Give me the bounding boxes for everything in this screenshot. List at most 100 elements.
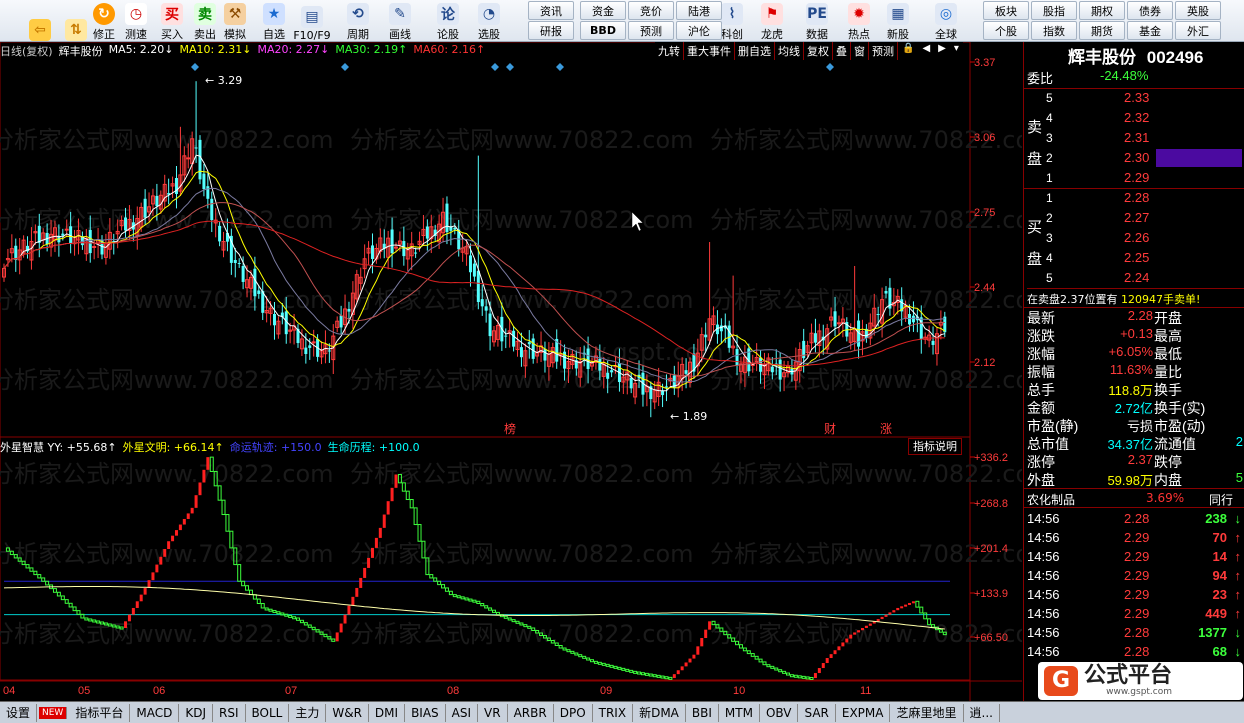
toolbar-label-5: 卖出 [194, 28, 216, 41]
toolbar-right-bottom-4[interactable]: 外汇 [1175, 21, 1221, 40]
toolbar-button-8[interactable]: ▤ F10/F9 [292, 0, 332, 42]
chart-area[interactable]: 分析家公式网www.70822.com 分析家公式网www.70822.com 分析… [0, 42, 1022, 701]
event-diamond-icon[interactable] [491, 63, 499, 71]
bottom-tab-18[interactable]: MTM [719, 703, 760, 722]
bottom-tab-17[interactable]: BBI [686, 703, 719, 722]
toolbar-button-15[interactable]: PE 数据 [797, 0, 837, 42]
chart-tool-6[interactable]: 窗 [851, 42, 869, 60]
arrow-down-icon: ↓ [1234, 625, 1242, 640]
bottom-tab-23[interactable]: 逍... [964, 703, 1000, 722]
toolbar-button-16[interactable]: ✹ 热点 [839, 0, 879, 42]
buy-row-2[interactable]: 3 2.26 [1024, 229, 1244, 247]
indicator-bar [417, 524, 422, 542]
toolbar-right-bottom-0[interactable]: 个股 [983, 21, 1029, 40]
toolbar-button-9[interactable]: ⟲ 周期 [338, 0, 378, 42]
kline-chart[interactable]: 分析家公式网www.70822.com 分析家公式网www.70822.com 分析… [0, 42, 1022, 701]
event-diamond-icon[interactable] [506, 63, 514, 71]
bottom-tab-1[interactable]: NEW [39, 706, 68, 719]
sell-row-4[interactable]: 1 2.29 [1024, 169, 1244, 187]
indicator-help-button[interactable]: 指标说明 [908, 438, 962, 455]
buy-row-3[interactable]: 4 2.25 [1024, 249, 1244, 267]
toolbar-button-14[interactable]: ⚑ 龙虎 [752, 0, 792, 42]
bottom-tab-11[interactable]: ASI [446, 703, 479, 722]
next-icon[interactable]: ▶ [934, 42, 950, 60]
toolbar-button-18[interactable]: ◎ 全球 [926, 0, 966, 42]
chart-tool-0[interactable]: 九转 [655, 42, 684, 60]
bottom-tab-3[interactable]: MACD [130, 703, 180, 722]
toolbar-right-bottom-2[interactable]: 期货 [1079, 21, 1125, 40]
sell-row-2[interactable]: 3 2.31 [1024, 129, 1244, 147]
event-diamond-icon[interactable] [556, 63, 564, 71]
toolbar-right-top-4[interactable]: 英股 [1175, 1, 1221, 20]
bottom-tab-6[interactable]: BOLL [246, 703, 290, 722]
sell-row-0[interactable]: 5 2.33 [1024, 89, 1244, 107]
toolbar-button-6[interactable]: ⚒ 模拟 [215, 0, 255, 42]
toolbar-small-top-1[interactable]: 资金 [580, 1, 626, 20]
buy-row-1[interactable]: 2 2.27 [1024, 209, 1244, 227]
bottom-tab-0[interactable]: 设置 [0, 703, 38, 722]
toolbar-small-bottom-3[interactable]: 沪伦 [676, 21, 722, 40]
bottom-tab-7[interactable]: 主力 [289, 703, 327, 722]
toolbar-button-12[interactable]: ◔ 选股 [469, 0, 509, 42]
toolbar-right-top-0[interactable]: 板块 [983, 1, 1029, 20]
bottom-tab-10[interactable]: BIAS [405, 703, 446, 722]
toolbar-button-3[interactable]: ◷ 测速 [116, 0, 156, 42]
event-marker[interactable]: 财 [824, 422, 836, 436]
event-marker[interactable]: 涨 [880, 421, 892, 436]
bottom-tab-19[interactable]: OBV [760, 703, 799, 722]
toolbar-small-bottom-2[interactable]: 预测 [628, 21, 674, 40]
toolbar-button-7[interactable]: ★ 自选 [254, 0, 294, 42]
period-label[interactable]: 日线(复权) [0, 43, 53, 59]
toolbar-button-10[interactable]: ✎ 画线 [380, 0, 420, 42]
chart-tool-4[interactable]: 复权 [804, 42, 833, 60]
bottom-tab-8[interactable]: W&R [326, 703, 369, 722]
toolbar-small-top-0[interactable]: 资讯 [528, 1, 574, 20]
bottom-tab-21[interactable]: EXPMA [836, 703, 891, 722]
toolbar-button-17[interactable]: ▦ 新股 [878, 0, 918, 42]
chart-tool-2[interactable]: 删自选 [735, 42, 775, 60]
bottom-tab-16[interactable]: 新DMA [633, 703, 686, 722]
toolbar-small-top-3[interactable]: 陆港 [676, 1, 722, 20]
bottom-tab-15[interactable]: TRIX [593, 703, 634, 722]
candle-body [14, 245, 18, 260]
buy-row-0[interactable]: 1 2.28 [1024, 189, 1244, 207]
sell-row-1[interactable]: 4 2.32 [1024, 109, 1244, 127]
toolbar-small-bottom-1[interactable]: BBD [580, 21, 626, 40]
event-diamond-icon[interactable] [826, 63, 834, 71]
bottom-tab-12[interactable]: VR [478, 703, 508, 722]
stat-right-label: 内盘 [1154, 472, 1182, 488]
industry-row[interactable]: 农化制品 3.69% 同行 [1024, 488, 1244, 507]
bottom-tab-4[interactable]: KDJ [179, 703, 213, 722]
event-diamond-icon[interactable] [191, 63, 199, 71]
indicator-bar [911, 601, 915, 604]
chart-tool-1[interactable]: 重大事件 [684, 42, 735, 60]
bottom-tab-9[interactable]: DMI [369, 703, 406, 722]
indicator-bar [84, 617, 89, 621]
event-marker[interactable]: 榜 [504, 421, 516, 436]
indicator-bar [155, 564, 159, 573]
toolbar-button-11[interactable]: 论论股 [428, 0, 468, 42]
toolbar-right-top-2[interactable]: 期权 [1079, 1, 1125, 20]
bottom-tab-13[interactable]: ARBR [508, 703, 554, 722]
chart-tool-7[interactable]: 预测 [869, 42, 898, 60]
toolbar-small-top-2[interactable]: 竞价 [628, 1, 674, 20]
bottom-tab-5[interactable]: RSI [213, 703, 246, 722]
chart-tool-3[interactable]: 均线 [775, 42, 804, 60]
bottom-tab-2[interactable]: 指标平台 [69, 703, 131, 722]
toolbar-right-top-1[interactable]: 股指 [1031, 1, 1077, 20]
dropdown-icon[interactable]: ▾ [950, 42, 963, 60]
buy-row-4[interactable]: 5 2.24 [1024, 269, 1244, 287]
toolbar-button-0[interactable]: ⇦ [20, 0, 60, 42]
toolbar-right-bottom-3[interactable]: 基金 [1127, 21, 1173, 40]
prev-icon[interactable]: ◀ [918, 42, 934, 60]
toolbar-small-bottom-0[interactable]: 研报 [528, 21, 574, 40]
bottom-tab-20[interactable]: SAR [798, 703, 836, 722]
bottom-tab-22[interactable]: 芝麻里地里 [890, 703, 964, 722]
indicator-bar [782, 670, 787, 674]
bottom-tab-14[interactable]: DPO [554, 703, 593, 722]
event-diamond-icon[interactable] [341, 63, 349, 71]
toolbar-right-bottom-1[interactable]: 指数 [1031, 21, 1077, 40]
lock-icon[interactable]: 🔒 [898, 42, 918, 60]
chart-tool-5[interactable]: 叠 [833, 42, 851, 60]
toolbar-right-top-3[interactable]: 债券 [1127, 1, 1173, 20]
